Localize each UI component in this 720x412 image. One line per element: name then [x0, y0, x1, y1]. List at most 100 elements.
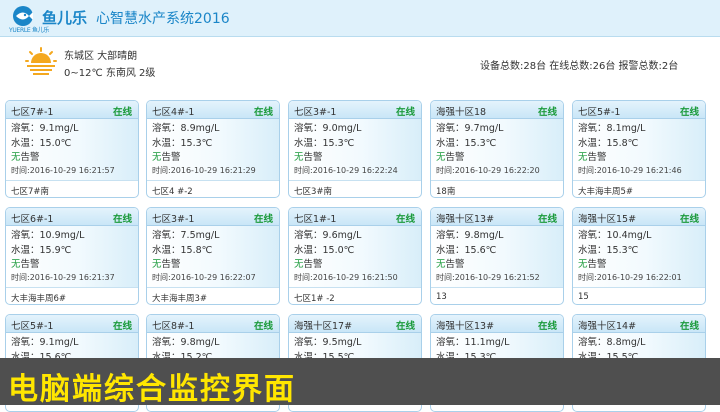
- device-name: 海强十区13#: [436, 214, 495, 225]
- device-card[interactable]: 七区3#-1 在线 溶氧：9.0mg/L 水温：15.3℃ 无告警 时间:2016-10-…: [288, 100, 422, 198]
- device-card[interactable]: 七区4#-1 在线 溶氧：8.9mg/L 水温：15.3℃ 无告警 时间:2016-10-…: [146, 100, 280, 198]
- card-body: 溶氧：9.7mg/L 水温：15.3℃ 无告警 时间:2016-10-29 16:22…: [431, 119, 563, 180]
- alarm-label: 告警: [587, 152, 607, 163]
- oxygen-reading: 溶氧：9.8mg/L: [436, 230, 504, 241]
- device-name: 七区3#-1: [294, 107, 337, 118]
- oxygen-reading: 溶氧：8.1mg/L: [578, 123, 646, 134]
- water-temp-reading: 水温：15.3℃: [578, 244, 639, 256]
- card-body: 溶氧：9.6mg/L 水温：15.0℃ 无告警 时间:2016-10-29 16:21…: [289, 226, 421, 287]
- brand-name: 鱼儿乐: [42, 9, 88, 27]
- pond-label: 15: [573, 287, 705, 304]
- pond-label: 七区4 #-2: [147, 180, 279, 197]
- device-card[interactable]: 七区6#-1 在线 溶氧：10.9mg/L 水温：15.9℃ 无告警 时间:2016-10…: [5, 207, 139, 305]
- water-temp-reading: 水温：15.6℃: [436, 244, 497, 256]
- device-name: 七区7#-1: [11, 107, 54, 118]
- device-stats: 设备总数:28台 在线总数:26台 报警总数:2台: [480, 61, 679, 72]
- card-header: 七区3#-1 在线: [147, 208, 279, 226]
- card-body: 溶氧：10.4mg/L 水温：15.3℃ 无告警 时间:2016-10-29 16:2…: [573, 226, 705, 287]
- water-temp-reading: 水温：15.0℃: [11, 137, 72, 149]
- top-header: YUERLE 鱼儿乐 鱼儿乐 心智慧水产系统2016: [0, 0, 720, 37]
- online-status: 在线: [253, 107, 273, 118]
- alarm-none: 无: [436, 259, 446, 270]
- online-status: 在线: [112, 107, 132, 118]
- online-status: 在线: [112, 321, 132, 332]
- alarm-status: 无告警: [436, 258, 558, 272]
- alarm-none: 无: [152, 152, 162, 163]
- pond-label: 七区1# -2: [289, 287, 421, 304]
- alarm-none: 无: [578, 259, 588, 270]
- card-body: 溶氧：8.1mg/L 水温：15.8℃ 无告警 时间:2016-10-29 16:21…: [573, 119, 705, 180]
- oxygen-reading: 溶氧：9.8mg/L: [152, 337, 220, 348]
- online-status: 在线: [679, 321, 699, 332]
- online-status: 在线: [395, 321, 415, 332]
- reading-time: 时间:2016-10-29 16:21:50: [294, 273, 398, 282]
- sun-horizon-icon: [25, 47, 57, 75]
- device-card[interactable]: 七区3#-1 在线 溶氧：7.5mg/L 水温：15.8℃ 无告警 时间:2016-10-…: [146, 207, 280, 305]
- alarm-label: 告警: [445, 259, 465, 270]
- alarm-none: 无: [152, 259, 162, 270]
- online-status: 在线: [253, 214, 273, 225]
- alarm-none: 无: [436, 152, 446, 163]
- device-card[interactable]: 七区7#-1 在线 溶氧：9.1mg/L 水温：15.0℃ 无告警 时间:2016-10-…: [5, 100, 139, 198]
- alarm-status: 无告警: [294, 151, 416, 165]
- pond-label: 大丰海丰周6#: [6, 287, 138, 304]
- card-header: 七区1#-1 在线: [289, 208, 421, 226]
- card-header: 七区7#-1 在线: [6, 101, 138, 119]
- card-body: 溶氧：9.0mg/L 水温：15.3℃ 无告警 时间:2016-10-29 16:22…: [289, 119, 421, 180]
- online-status: 在线: [537, 107, 557, 118]
- alarm-label: 告警: [587, 259, 607, 270]
- reading-time: 时间:2016-10-29 16:22:07: [152, 273, 256, 282]
- alarm-status: 无告警: [578, 151, 700, 165]
- card-body: 溶氧：9.1mg/L 水温：15.0℃ 无告警 时间:2016-10-29 16:21…: [6, 119, 138, 180]
- water-temp-reading: 水温：15.8℃: [578, 137, 639, 149]
- alarm-status: 无告警: [11, 258, 133, 272]
- caption-banner: 电脑端综合监控界面: [0, 358, 720, 407]
- weather-details: 0~12℃ 东南风 2级: [64, 68, 156, 79]
- card-header: 海强十区13# 在线: [431, 315, 563, 333]
- device-card[interactable]: 七区1#-1 在线 溶氧：9.6mg/L 水温：15.0℃ 无告警 时间:2016-10-…: [288, 207, 422, 305]
- alarm-status: 无告警: [11, 151, 133, 165]
- online-status: 在线: [395, 214, 415, 225]
- card-body: 溶氧：9.8mg/L 水温：15.6℃ 无告警 时间:2016-10-29 16:21…: [431, 226, 563, 287]
- alarm-status: 无告警: [436, 151, 558, 165]
- card-header: 七区4#-1 在线: [147, 101, 279, 119]
- card-header: 海强十区17# 在线: [289, 315, 421, 333]
- reading-time: 时间:2016-10-29 16:22:01: [578, 273, 682, 282]
- system-title: 心智慧水产系统2016: [96, 11, 230, 27]
- device-card[interactable]: 海强十区15# 在线 溶氧：10.4mg/L 水温：15.3℃ 无告警 时间:2016-1…: [572, 207, 706, 305]
- device-name: 海强十区15#: [578, 214, 637, 225]
- pond-label: 大丰海丰周5#: [573, 180, 705, 197]
- pond-label: 七区7#南: [6, 180, 138, 197]
- alarm-none: 无: [294, 259, 304, 270]
- pond-label: 七区3#南: [289, 180, 421, 197]
- card-header: 七区8#-1 在线: [147, 315, 279, 333]
- alarm-status: 无告警: [578, 258, 700, 272]
- oxygen-reading: 溶氧：9.7mg/L: [436, 123, 504, 134]
- alarm-status: 无告警: [294, 258, 416, 272]
- oxygen-reading: 溶氧：9.5mg/L: [294, 337, 362, 348]
- reading-time: 时间:2016-10-29 16:22:24: [294, 166, 398, 175]
- device-name: 海强十区17#: [294, 321, 353, 332]
- device-name: 七区3#-1: [152, 214, 195, 225]
- alarm-label: 告警: [161, 259, 181, 270]
- oxygen-reading: 溶氧：10.4mg/L: [578, 230, 652, 241]
- device-card[interactable]: 海强十区13# 在线 溶氧：9.8mg/L 水温：15.6℃ 无告警 时间:2016-10…: [430, 207, 564, 305]
- oxygen-reading: 溶氧：9.6mg/L: [294, 230, 362, 241]
- card-header: 七区5#-1 在线: [6, 315, 138, 333]
- oxygen-reading: 溶氧：11.1mg/L: [436, 337, 510, 348]
- oxygen-reading: 溶氧：9.1mg/L: [11, 337, 79, 348]
- device-card[interactable]: 七区5#-1 在线 溶氧：8.1mg/L 水温：15.8℃ 无告警 时间:2016-10-…: [572, 100, 706, 198]
- oxygen-reading: 溶氧：7.5mg/L: [152, 230, 220, 241]
- oxygen-reading: 溶氧：9.1mg/L: [11, 123, 79, 134]
- alarm-status: 无告警: [152, 258, 274, 272]
- alarm-none: 无: [11, 259, 21, 270]
- device-card[interactable]: 海强十区18 在线 溶氧：9.7mg/L 水温：15.3℃ 无告警 时间:2016-10-…: [430, 100, 564, 198]
- alarm-label: 告警: [445, 152, 465, 163]
- card-header: 海强十区14# 在线: [573, 315, 705, 333]
- alarm-none: 无: [578, 152, 588, 163]
- card-body: 溶氧：7.5mg/L 水温：15.8℃ 无告警 时间:2016-10-29 16:22…: [147, 226, 279, 287]
- device-name: 七区4#-1: [152, 107, 195, 118]
- device-name: 海强十区14#: [578, 321, 637, 332]
- water-temp-reading: 水温：15.3℃: [152, 137, 213, 149]
- water-temp-reading: 水温：15.9℃: [11, 244, 72, 256]
